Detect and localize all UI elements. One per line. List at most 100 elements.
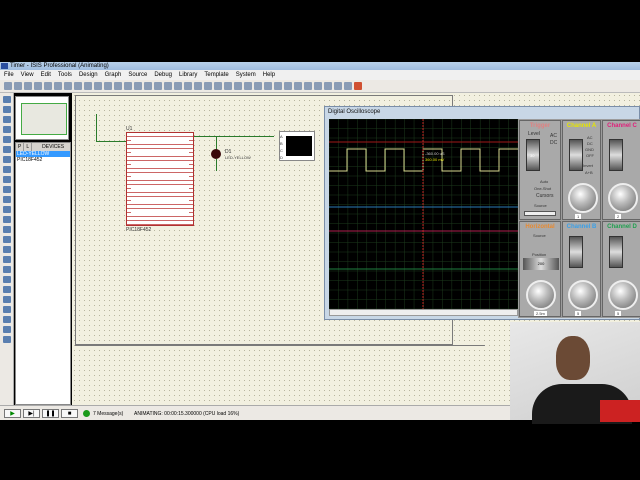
arc-icon[interactable] <box>3 266 11 273</box>
text-script-icon[interactable] <box>3 136 11 143</box>
wire-autorouter-icon[interactable] <box>284 82 292 90</box>
block-copy-icon[interactable] <box>204 82 212 90</box>
menu-source[interactable]: Source <box>128 70 147 80</box>
trigger-dc[interactable]: DC <box>550 140 557 146</box>
trigger-ac[interactable]: AC <box>550 133 557 139</box>
rotate-ccw-icon[interactable] <box>3 326 11 333</box>
netlist-icon[interactable] <box>344 82 352 90</box>
menu-edit[interactable]: Edit <box>41 70 51 80</box>
channel-d-value[interactable]: 5 <box>615 311 622 316</box>
select-icon[interactable] <box>3 96 11 103</box>
text-icon[interactable] <box>3 286 11 293</box>
pic18f452-component[interactable] <box>126 132 194 226</box>
pan-icon[interactable] <box>104 82 112 90</box>
bus-icon[interactable] <box>3 146 11 153</box>
overview-window[interactable] <box>15 96 69 140</box>
symbol-icon[interactable] <box>3 296 11 303</box>
channel-b-position-slider[interactable] <box>569 236 583 268</box>
trigger-level-slider[interactable]: 30 <box>526 139 540 171</box>
decompose-icon[interactable] <box>274 82 282 90</box>
undo-icon[interactable] <box>154 82 162 90</box>
probe-icon[interactable] <box>3 216 11 223</box>
block-move-icon[interactable] <box>214 82 222 90</box>
packaging-icon[interactable] <box>264 82 272 90</box>
print-icon[interactable] <box>54 82 62 90</box>
open-icon[interactable] <box>14 82 22 90</box>
channel-b-volts-knob[interactable] <box>568 280 598 310</box>
cut-icon[interactable] <box>174 82 182 90</box>
rotate-cw-icon[interactable] <box>3 316 11 323</box>
led-component[interactable] <box>211 149 221 159</box>
coupling-ac[interactable]: AC <box>587 135 593 140</box>
menu-system[interactable]: System <box>236 70 256 80</box>
pause-button[interactable]: ❚❚ <box>42 409 59 418</box>
copy-icon[interactable] <box>184 82 192 90</box>
wire-label-icon[interactable] <box>3 126 11 133</box>
zoom-out-icon[interactable] <box>124 82 132 90</box>
menu-design[interactable]: Design <box>79 70 98 80</box>
messages-count[interactable]: 7 Message(s) <box>93 411 123 417</box>
graph-icon[interactable] <box>3 186 11 193</box>
horizontal-position-slider[interactable]: 200 <box>523 258 559 270</box>
export-icon[interactable] <box>44 82 52 90</box>
bom-icon[interactable] <box>354 82 362 90</box>
property-icon[interactable] <box>304 82 312 90</box>
stop-button[interactable]: ■ <box>61 409 78 418</box>
menu-view[interactable]: View <box>21 70 34 80</box>
timebase-knob[interactable] <box>526 280 556 310</box>
pick-device-icon[interactable] <box>244 82 252 90</box>
channel-c-volts-knob[interactable] <box>608 183 638 213</box>
scope-display[interactable]: -360.00 uS 360.00 mV <box>329 119 518 309</box>
pin-icon[interactable] <box>3 176 11 183</box>
channel-a-value[interactable]: 1 <box>575 214 582 219</box>
zoom-all-icon[interactable] <box>134 82 142 90</box>
make-device-icon[interactable] <box>254 82 262 90</box>
block-delete-icon[interactable] <box>234 82 242 90</box>
timebase-value[interactable]: 2.5m <box>534 311 547 316</box>
menu-file[interactable]: File <box>4 70 14 80</box>
menu-tools[interactable]: Tools <box>58 70 72 80</box>
channel-d-volts-knob[interactable] <box>608 280 638 310</box>
channel-d-position-slider[interactable] <box>609 236 623 268</box>
coupling-gnd[interactable]: GND <box>585 147 594 152</box>
generator-icon[interactable] <box>3 206 11 213</box>
junction-icon[interactable] <box>3 116 11 123</box>
a-plus-b-toggle[interactable]: A+B <box>585 170 593 175</box>
channel-c-position-slider[interactable] <box>609 139 623 171</box>
grid-icon[interactable] <box>84 82 92 90</box>
invert-toggle[interactable]: Invert <box>583 163 593 168</box>
component-icon[interactable] <box>3 106 11 113</box>
cursors-toggle[interactable]: Cursors <box>536 193 554 199</box>
coupling-off[interactable]: OFF <box>586 153 594 158</box>
tape-icon[interactable] <box>3 196 11 203</box>
remove-sheet-icon[interactable] <box>334 82 342 90</box>
origin-icon[interactable] <box>94 82 102 90</box>
line-icon[interactable] <box>3 236 11 243</box>
new-icon[interactable] <box>4 82 12 90</box>
paste-icon[interactable] <box>194 82 202 90</box>
oscilloscope-component[interactable]: A B C D <box>279 131 315 161</box>
play-button[interactable]: ▶ <box>4 409 21 418</box>
marker-icon[interactable] <box>3 306 11 313</box>
circle-icon[interactable] <box>3 256 11 263</box>
new-sheet-icon[interactable] <box>324 82 332 90</box>
subcircuit-icon[interactable] <box>3 156 11 163</box>
menu-template[interactable]: Template <box>204 70 228 80</box>
terminal-icon[interactable] <box>3 166 11 173</box>
menu-debug[interactable]: Debug <box>154 70 172 80</box>
path-icon[interactable] <box>3 276 11 283</box>
channel-b-value[interactable]: 5 <box>575 311 582 316</box>
menu-help[interactable]: Help <box>263 70 275 80</box>
refresh-icon[interactable] <box>74 82 82 90</box>
library-manager-button[interactable]: L <box>24 143 33 151</box>
device-item[interactable]: PIC18F452 <box>16 157 70 163</box>
save-icon[interactable] <box>24 82 32 90</box>
area-icon[interactable] <box>64 82 72 90</box>
zoom-in-icon[interactable] <box>114 82 122 90</box>
channel-a-volts-knob[interactable] <box>568 183 598 213</box>
channel-a-position-slider[interactable] <box>569 139 583 171</box>
menu-library[interactable]: Library <box>179 70 197 80</box>
pick-from-library-button[interactable]: P <box>16 143 25 151</box>
one-shot-toggle[interactable]: One-Shot <box>534 186 551 191</box>
search-icon[interactable] <box>294 82 302 90</box>
